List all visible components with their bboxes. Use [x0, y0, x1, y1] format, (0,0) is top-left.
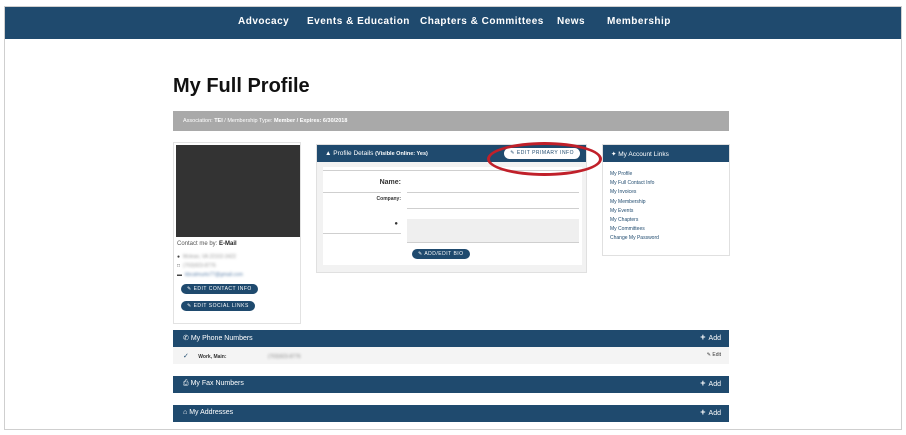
- membership-type-value: Member: [274, 118, 296, 124]
- add-label: Add: [708, 381, 721, 388]
- add-fax-button[interactable]: + Add: [700, 378, 721, 389]
- plus-icon: +: [700, 378, 706, 388]
- nav-news[interactable]: News: [557, 16, 585, 27]
- edit-contact-label: EDIT CONTACT INFO: [193, 286, 252, 292]
- expires-text: / Expires: 6/30/2018: [296, 118, 348, 124]
- assoc-value: TEI: [214, 118, 223, 124]
- phone-text: (703)923-8776: [183, 263, 216, 269]
- visible-online-status: (Visible Online: Yes): [375, 151, 428, 157]
- add-label: Add: [708, 410, 721, 417]
- link-my-membership[interactable]: My Membership: [610, 198, 659, 207]
- add-edit-bio-label: ADD/EDIT BIO: [424, 251, 464, 257]
- top-navigation: Advocacy Events & Education Chapters & C…: [5, 7, 901, 39]
- address-section-title: My Addresses: [189, 409, 234, 416]
- nav-events-education[interactable]: Events & Education: [307, 16, 410, 27]
- edit-phone-button[interactable]: ✎ Edit: [707, 352, 721, 358]
- link-my-invoices[interactable]: My Invoices: [610, 188, 659, 197]
- membership-type-label: / Membership Type:: [224, 118, 273, 124]
- profile-details-body: Name: Company: ● ✎ ADD/EDIT BIO: [323, 167, 582, 265]
- phone-type: Work, Main:: [198, 354, 227, 360]
- phone-row: ✓ Work, Main: (703)923-8776 ✎ Edit: [173, 347, 729, 364]
- fax-numbers-section-header: ⎙ My Fax Numbers + Add: [173, 376, 729, 393]
- page-title: My Full Profile: [173, 75, 310, 97]
- edit-social-label: EDIT SOCIAL LINKS: [193, 303, 249, 309]
- add-phone-button[interactable]: + Add: [700, 332, 721, 343]
- profile-photo: [176, 145, 300, 237]
- email-text[interactable]: kbcalmurto77@gmail.com: [185, 272, 243, 278]
- divider: [407, 192, 579, 193]
- profile-card: Contact me by: E-Mail ● Mclean, VA 22102-…: [173, 142, 301, 324]
- edit-label: Edit: [712, 352, 721, 358]
- link-my-events[interactable]: My Events: [610, 207, 659, 216]
- link-my-chapters[interactable]: My Chapters: [610, 216, 659, 225]
- address-text: Mclean, VA 22102-3422: [183, 254, 237, 260]
- address-line: ● Mclean, VA 22102-3422: [177, 254, 236, 260]
- link-my-profile[interactable]: My Profile: [610, 170, 659, 179]
- nav-advocacy[interactable]: Advocacy: [238, 16, 289, 27]
- association-bar: Association: TEI / Membership Type: Memb…: [173, 111, 729, 131]
- browser-frame: Advocacy Events & Education Chapters & C…: [4, 6, 902, 430]
- divider: [407, 242, 579, 243]
- user-icon: ▲: [325, 150, 332, 157]
- home-icon: ⌂: [183, 409, 188, 416]
- nav-membership[interactable]: Membership: [607, 16, 671, 27]
- email-line: ▬ kbcalmurto77@gmail.com: [177, 272, 243, 278]
- company-label: Company:: [376, 196, 401, 202]
- bio-box: [407, 219, 579, 242]
- link-my-full-contact-info[interactable]: My Full Contact Info: [610, 179, 659, 188]
- name-label: Name:: [379, 179, 401, 186]
- pencil-icon: ✎: [706, 352, 711, 358]
- profile-details-title: Profile Details: [333, 150, 374, 157]
- phone-numbers-section-header: ✆ My Phone Numbers + Add: [173, 330, 729, 347]
- divider: [323, 233, 401, 234]
- divider: [323, 192, 401, 193]
- check-icon: ✓: [183, 353, 189, 360]
- plus-icon: +: [700, 407, 706, 417]
- account-links-list: My Profile My Full Contact Info My Invoi…: [610, 170, 659, 244]
- contact-by-label: Contact me by:: [177, 241, 218, 247]
- edit-social-links-button[interactable]: ✎ EDIT SOCIAL LINKS: [181, 301, 255, 311]
- fax-section-title: My Fax Numbers: [190, 380, 244, 387]
- account-links-panel: ✦ My Account Links My Profile My Full Co…: [602, 144, 730, 256]
- add-label: Add: [708, 335, 721, 342]
- assoc-label: Association:: [183, 118, 213, 124]
- pencil-icon: ✎: [418, 251, 423, 257]
- annotation-highlight-ellipse: [487, 142, 602, 176]
- addresses-section-header: ⌂ My Addresses + Add: [173, 405, 729, 422]
- phone-line: □ (703)923-8776: [177, 263, 216, 269]
- add-address-button[interactable]: + Add: [700, 407, 721, 418]
- contact-preference: Contact me by: E-Mail: [177, 241, 237, 247]
- pencil-icon: ✎: [187, 303, 192, 309]
- phone-section-title: My Phone Numbers: [190, 335, 253, 342]
- account-links-title: My Account Links: [618, 151, 669, 158]
- phone-number: (703)923-8776: [267, 354, 301, 360]
- divider: [407, 208, 579, 209]
- printer-icon: ⎙: [183, 380, 189, 387]
- nav-chapters-committees[interactable]: Chapters & Committees: [420, 16, 544, 27]
- email-icon: ▬: [177, 272, 182, 278]
- edit-contact-info-button[interactable]: ✎ EDIT CONTACT INFO: [181, 284, 258, 294]
- pencil-icon: ✎: [187, 286, 192, 292]
- add-edit-bio-button[interactable]: ✎ ADD/EDIT BIO: [412, 249, 470, 259]
- account-links-header: ✦ My Account Links: [603, 145, 729, 162]
- phone-icon: □: [177, 263, 181, 269]
- contact-by-value: E-Mail: [219, 241, 237, 247]
- location-pin-icon: ●: [394, 221, 398, 227]
- link-change-password[interactable]: Change My Password: [610, 234, 659, 243]
- wrench-icon: ✦: [611, 151, 617, 158]
- link-my-committees[interactable]: My Committees: [610, 225, 659, 234]
- plus-icon: +: [700, 332, 706, 342]
- phone-icon: ✆: [183, 335, 189, 342]
- location-icon: ●: [177, 254, 181, 260]
